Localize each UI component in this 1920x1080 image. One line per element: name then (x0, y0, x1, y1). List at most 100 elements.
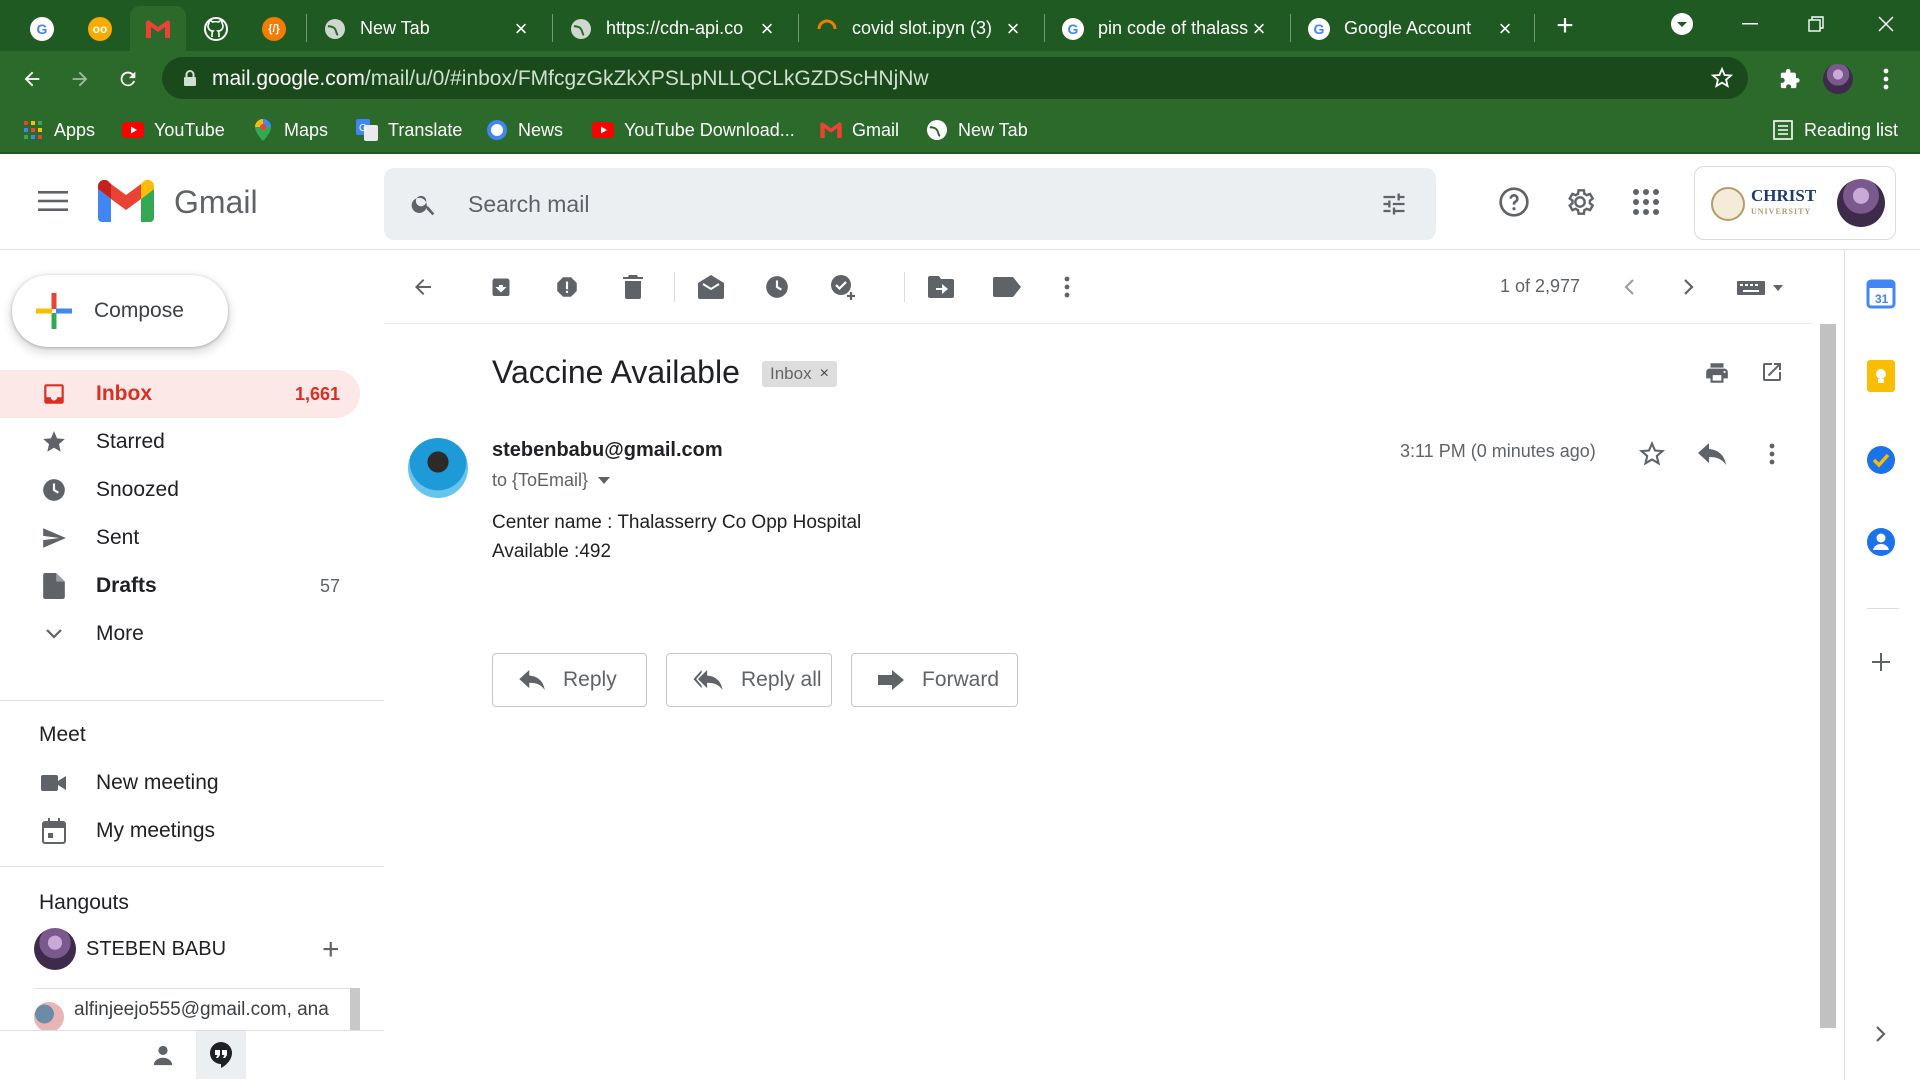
browser-menu-button[interactable] (1870, 63, 1902, 95)
bookmark-apps[interactable]: Apps (22, 116, 95, 144)
input-tools-button[interactable] (1730, 270, 1792, 304)
bookmark-translate[interactable]: G Translate (356, 116, 462, 144)
google-apps-button[interactable] (1628, 184, 1664, 220)
remove-label-icon[interactable]: × (820, 365, 829, 383)
pinned-tab-circles[interactable]: oo (72, 6, 128, 51)
hangouts-user[interactable]: STEBEN BABU (34, 928, 226, 970)
profile-button[interactable] (1822, 63, 1854, 95)
google-tasks-icon (1867, 446, 1895, 474)
restore-button[interactable] (1786, 0, 1846, 48)
reload-button[interactable] (112, 63, 144, 95)
tab-pin-code[interactable]: G pin code of thalass × (1048, 6, 1284, 51)
hangouts-scrollbar[interactable] (350, 988, 360, 1030)
close-tab-icon[interactable]: × (756, 16, 778, 42)
compose-button[interactable]: Compose (12, 275, 228, 347)
older-button[interactable] (1672, 270, 1706, 304)
forward-button[interactable] (64, 63, 96, 95)
bookmark-star-icon[interactable] (1710, 66, 1734, 90)
hide-side-panel-button[interactable] (1863, 1016, 1899, 1052)
pinned-tab-github[interactable] (188, 6, 244, 51)
move-to-button[interactable] (924, 270, 958, 304)
close-tab-icon[interactable]: × (510, 16, 532, 42)
tasks-app-button[interactable] (1863, 442, 1899, 478)
extensions-button[interactable] (1774, 63, 1806, 95)
bookmark-new-tab[interactable]: New Tab (926, 116, 1028, 144)
bookmark-maps[interactable]: Maps (252, 116, 328, 144)
pinned-tab-gmail[interactable] (130, 6, 186, 51)
back-to-inbox-button[interactable] (406, 270, 440, 304)
more-actions-button[interactable] (1050, 270, 1084, 304)
main-menu-icon[interactable] (38, 190, 68, 212)
nav-sent[interactable]: Sent (0, 514, 360, 562)
minimize-button[interactable] (1720, 0, 1780, 48)
search-options-icon[interactable] (1380, 190, 1408, 218)
bookmark-youtube[interactable]: YouTube (122, 116, 225, 144)
hangouts-icon (210, 1042, 232, 1068)
close-tab-icon[interactable]: × (1248, 16, 1270, 42)
search-icon[interactable] (410, 190, 438, 218)
report-spam-button[interactable] (550, 270, 584, 304)
contacts-app-button[interactable] (1863, 524, 1899, 560)
sender-email[interactable]: stebenbabu@gmail.com (492, 439, 723, 462)
nav-more[interactable]: More (0, 610, 360, 658)
nav-inbox[interactable]: Inbox 1,661 (0, 370, 360, 418)
tab-colab[interactable]: covid slot.ipyn (3) × (802, 6, 1038, 51)
labels-button[interactable] (990, 270, 1024, 304)
pinned-tab-google[interactable]: G (14, 6, 70, 51)
new-tab-button[interactable]: + (1548, 10, 1582, 44)
caret-down-icon[interactable] (598, 476, 611, 485)
open-in-new-window-button[interactable] (1760, 360, 1784, 384)
account-avatar[interactable] (1837, 179, 1885, 227)
forward-button[interactable]: Forward (851, 653, 1018, 707)
add-to-tasks-button[interactable] (826, 270, 860, 304)
nav-drafts[interactable]: Drafts 57 (0, 562, 360, 610)
close-tab-icon[interactable]: × (1494, 16, 1516, 42)
settings-button[interactable] (1562, 184, 1598, 220)
tab-cdn-api[interactable]: https://cdn-api.co × (556, 6, 792, 51)
delete-button[interactable] (616, 270, 650, 304)
snooze-button[interactable] (760, 270, 794, 304)
reading-list-button[interactable]: Reading list (1772, 116, 1898, 144)
gmail-logo-icon[interactable] (98, 180, 154, 222)
pinned-tab-code[interactable]: {/} (246, 6, 302, 51)
calendar-app-button[interactable]: 31 (1863, 276, 1899, 312)
close-tab-icon[interactable]: × (1002, 16, 1024, 42)
newer-button[interactable] (1612, 270, 1646, 304)
tab-search-button[interactable] (1652, 0, 1712, 48)
address-bar[interactable]: mail.google.com/mail/u/0/#inbox/FMfcgzGk… (162, 57, 1748, 99)
sender-avatar[interactable] (408, 438, 468, 498)
support-button[interactable] (1496, 184, 1532, 220)
bookmark-youtube-download[interactable]: YouTube Download... (592, 116, 795, 144)
account-switcher[interactable]: CHRIST UNIVERSITY (1694, 166, 1896, 240)
tab-new-tab[interactable]: New Tab × (310, 6, 546, 51)
reply-all-button[interactable]: Reply all (666, 653, 832, 707)
nav-snoozed[interactable]: Snoozed (0, 466, 360, 514)
back-button[interactable] (16, 63, 48, 95)
search-bar[interactable] (384, 168, 1436, 240)
bookmark-news[interactable]: News (486, 116, 563, 144)
recipients-line[interactable]: to {ToEmail} (492, 470, 611, 491)
close-window-button[interactable] (1856, 0, 1916, 48)
keep-app-button[interactable] (1863, 358, 1899, 394)
message-scrollbar[interactable] (1820, 324, 1836, 1028)
archive-button[interactable] (484, 270, 518, 304)
reply-icon-button[interactable] (1694, 436, 1730, 472)
get-add-ons-button[interactable] (1863, 644, 1899, 680)
new-conversation-button[interactable]: + (322, 935, 340, 965)
reply-button[interactable]: Reply (492, 653, 647, 707)
star-message-button[interactable] (1634, 436, 1670, 472)
nav-starred[interactable]: Starred (0, 418, 360, 466)
bookmark-gmail[interactable]: Gmail (820, 116, 899, 144)
meet-my-meetings[interactable]: My meetings (0, 807, 360, 855)
search-input[interactable] (468, 182, 1328, 226)
message-more-button[interactable] (1754, 436, 1790, 472)
meet-new-meeting[interactable]: New meeting (0, 759, 360, 807)
hangouts-contact-row[interactable]: alfinjeejo555@gmail.com, ana (34, 988, 360, 1030)
hangouts-tab[interactable] (196, 1031, 246, 1079)
contacts-tab[interactable] (138, 1031, 188, 1079)
print-all-button[interactable] (1704, 360, 1730, 386)
compose-label: Compose (94, 299, 184, 322)
mark-unread-button[interactable] (694, 270, 728, 304)
tab-google-account[interactable]: G Google Account × (1294, 6, 1530, 51)
google-icon: G (1308, 17, 1330, 40)
